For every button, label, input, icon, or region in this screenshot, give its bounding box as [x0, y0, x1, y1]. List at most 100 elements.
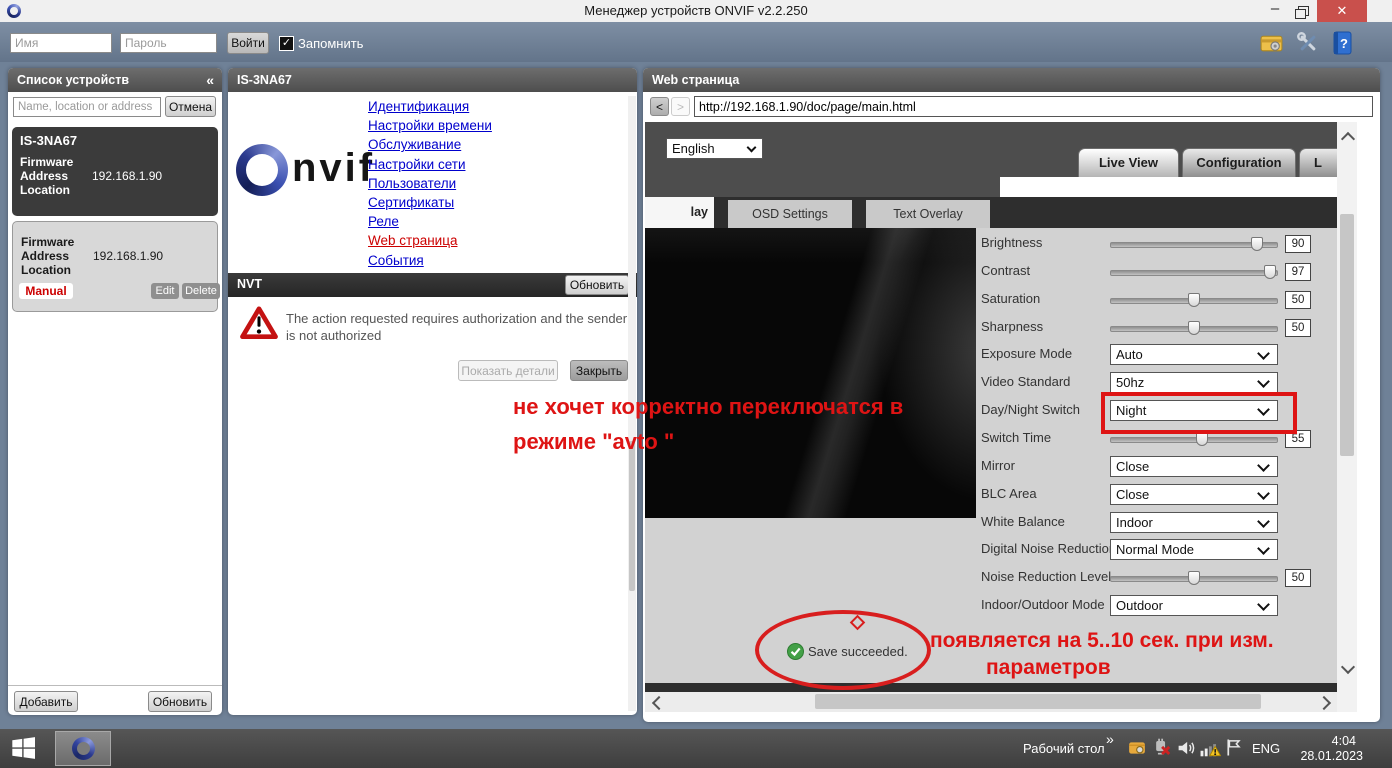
- select-mirror[interactable]: Close: [1110, 456, 1278, 477]
- username-input[interactable]: [10, 33, 112, 53]
- minimize-button[interactable]: –: [1262, 0, 1288, 22]
- action-center-flag-icon[interactable]: [1226, 738, 1242, 757]
- slider-thumb[interactable]: [1188, 293, 1200, 307]
- clock-date[interactable]: 28.01.2023: [1283, 749, 1363, 763]
- select-value: Indoor: [1116, 515, 1153, 530]
- device-list-panel: Список устройств « Отмена IS-3NA67 Firmw…: [8, 68, 222, 715]
- close-button[interactable]: ✕: [1317, 0, 1367, 22]
- setting-label: Indoor/Outdoor Mode: [981, 597, 1113, 612]
- login-button[interactable]: Войти: [227, 32, 269, 54]
- nvt-title: NVT: [237, 277, 262, 291]
- firmware-label: Firmware: [21, 235, 74, 249]
- restore-button[interactable]: [1290, 0, 1316, 22]
- device-link-web[interactable]: Web страница: [368, 231, 492, 250]
- device-link-[interactable]: Настройки времени: [368, 116, 492, 135]
- device-link-[interactable]: События: [368, 251, 492, 270]
- device-card-selected[interactable]: IS-3NA67 Firmware Address 192.168.1.90 L…: [12, 127, 218, 216]
- slider-thumb[interactable]: [1196, 432, 1208, 446]
- device-link-[interactable]: Пользователи: [368, 174, 492, 193]
- slider-track-switch-time[interactable]: [1110, 437, 1278, 443]
- slider-value[interactable]: 50: [1285, 569, 1311, 587]
- device-card[interactable]: Firmware Address 192.168.1.90 Location M…: [12, 221, 218, 312]
- device-link-[interactable]: Сертификаты: [368, 193, 492, 212]
- select-value: Close: [1116, 459, 1149, 474]
- select-value: 50hz: [1116, 375, 1144, 390]
- device-name: IS-3NA67: [20, 133, 210, 148]
- remember-checkbox[interactable]: ✓: [279, 36, 294, 51]
- add-device-button[interactable]: Добавить: [14, 691, 78, 712]
- slider-track-saturation[interactable]: [1110, 298, 1278, 304]
- taskbar-onvif-app-button[interactable]: [55, 731, 111, 766]
- slider-thumb[interactable]: [1251, 237, 1263, 251]
- warning-close-button[interactable]: Закрыть: [570, 360, 628, 381]
- select-digital-noise-reduction[interactable]: Normal Mode: [1110, 539, 1278, 560]
- select-blc-area[interactable]: Close: [1110, 484, 1278, 505]
- password-input[interactable]: [120, 33, 217, 53]
- address-label: Address: [20, 169, 68, 183]
- select-video-standard[interactable]: 50hz: [1110, 372, 1278, 393]
- clock-time[interactable]: 4:04: [1290, 734, 1356, 748]
- device-link-[interactable]: Реле: [368, 212, 492, 231]
- device-search-input[interactable]: [13, 97, 161, 117]
- chevron-down-icon: [1257, 348, 1270, 361]
- location-label: Location: [20, 183, 70, 197]
- slider-thumb[interactable]: [1188, 321, 1200, 335]
- scroll-down-icon: [1341, 660, 1355, 674]
- credentials-icon[interactable]: [1259, 31, 1284, 56]
- settings-tools-icon[interactable]: [1295, 30, 1321, 56]
- edit-button[interactable]: Edit: [151, 283, 179, 299]
- select-value: Close: [1116, 487, 1149, 502]
- tray-overflow-icon[interactable]: »: [1106, 731, 1114, 747]
- slider-track-noise-reduction-level[interactable]: [1110, 576, 1278, 582]
- slider-track-sharpness[interactable]: [1110, 326, 1278, 332]
- slider-value[interactable]: 50: [1285, 319, 1311, 337]
- scroll-right-icon: [1317, 696, 1331, 710]
- slider-track-brightness[interactable]: [1110, 242, 1278, 248]
- browser-forward-button[interactable]: >: [671, 97, 690, 116]
- tray-app-icon[interactable]: [1128, 739, 1146, 757]
- slider-value[interactable]: 50: [1285, 291, 1311, 309]
- select-exposure-mode[interactable]: Auto: [1110, 344, 1278, 365]
- device-link-[interactable]: Настройки сети: [368, 155, 492, 174]
- onvif-logo-ring-hole: [246, 154, 278, 186]
- show-details-button[interactable]: Показать детали: [458, 360, 558, 381]
- power-status-icon[interactable]: [1152, 738, 1171, 757]
- nvt-refresh-button[interactable]: Обновить: [565, 275, 629, 295]
- collapse-panel-icon[interactable]: «: [206, 68, 214, 92]
- slider-thumb[interactable]: [1188, 571, 1200, 585]
- setting-label: Brightness: [981, 235, 1113, 250]
- select-indoor-outdoor-mode[interactable]: Outdoor: [1110, 595, 1278, 616]
- device-link-[interactable]: Идентификация: [368, 97, 492, 116]
- setting-row-exposure-mode: Exposure ModeAuto: [645, 344, 1337, 366]
- slider-thumb[interactable]: [1264, 265, 1276, 279]
- search-cancel-button[interactable]: Отмена: [165, 96, 216, 117]
- vertical-scrollbar[interactable]: [1337, 122, 1357, 712]
- chevron-down-icon: [1257, 598, 1270, 611]
- select-white-balance[interactable]: Indoor: [1110, 512, 1278, 533]
- network-status-icon[interactable]: [1200, 739, 1221, 757]
- delete-button[interactable]: Delete: [182, 283, 220, 299]
- setting-row-mirror: MirrorClose: [645, 456, 1337, 478]
- refresh-devices-button[interactable]: Обновить: [148, 691, 212, 712]
- chevron-down-icon: [1257, 542, 1270, 555]
- volume-icon[interactable]: [1177, 739, 1196, 757]
- setting-row-saturation: Saturation50: [645, 289, 1337, 311]
- browser-url-input[interactable]: [694, 96, 1373, 117]
- annotation-ellipse: [755, 610, 931, 690]
- nvt-bar: NVT Обновить: [228, 273, 637, 297]
- annotation-highlight-box: [1101, 392, 1297, 434]
- browser-back-button[interactable]: <: [650, 97, 669, 116]
- start-button[interactable]: [8, 737, 48, 761]
- slider-value[interactable]: 97: [1285, 263, 1311, 281]
- setting-row-indoor-outdoor-mode: Indoor/Outdoor ModeOutdoor: [645, 595, 1337, 617]
- horizontal-scrollbar[interactable]: [645, 692, 1337, 712]
- help-icon[interactable]: ?: [1330, 30, 1354, 56]
- address-label: Address: [21, 249, 69, 263]
- desktop-peek-label[interactable]: Рабочий стол: [1023, 741, 1105, 756]
- setting-label: Digital Noise Reduction: [981, 541, 1113, 556]
- slider-track-contrast[interactable]: [1110, 270, 1278, 276]
- slider-value[interactable]: 90: [1285, 235, 1311, 253]
- language-indicator[interactable]: ENG: [1252, 741, 1280, 756]
- setting-label: Switch Time: [981, 430, 1113, 445]
- device-link-[interactable]: Обслуживание: [368, 135, 492, 154]
